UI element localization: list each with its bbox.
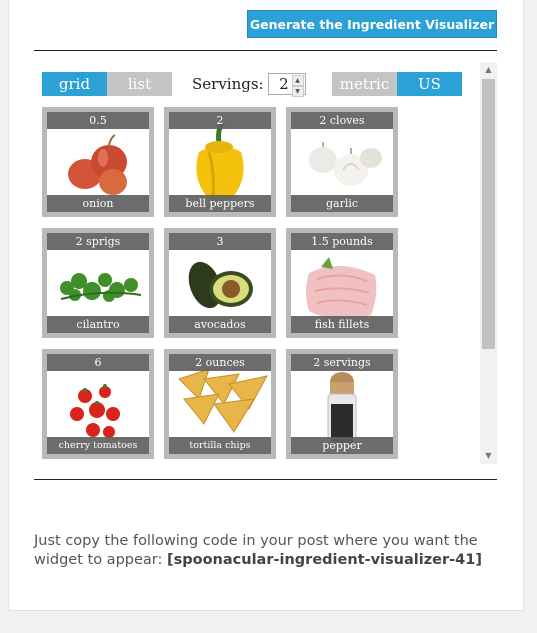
- ingredient-tile-body: 2 cloves garlic: [291, 112, 393, 212]
- ingredient-tile[interactable]: 2 bell peppers: [164, 107, 276, 217]
- ingredient-tile[interactable]: 0.5 onion: [42, 107, 154, 217]
- ingredient-tile[interactable]: 1.5 pounds fish fillets: [286, 228, 398, 338]
- ingredient-tile-body: 3 avocados: [169, 233, 271, 333]
- servings-input[interactable]: 2 ▲ ▼: [267, 73, 306, 97]
- ingredient-visualizer: grid list Servings: 2 ▲ ▼ metric US 0.5 o…: [34, 62, 497, 464]
- widget-scrollbar[interactable]: ▲ ▼: [480, 62, 497, 464]
- ingredient-name: cilantro: [47, 316, 149, 333]
- ingredient-amount: 2 sprigs: [47, 233, 149, 250]
- ingredient-amount: 2 servings: [291, 354, 393, 371]
- ingredient-name: tortilla chips: [169, 437, 271, 454]
- ingredient-name: cherry tomatoes: [47, 437, 149, 454]
- spin-down-icon[interactable]: ▼: [291, 86, 304, 97]
- bottom-divider: [34, 479, 497, 480]
- ingredient-name: pepper: [291, 437, 393, 454]
- ingredient-amount: 2 cloves: [291, 112, 393, 129]
- ingredient-tile[interactable]: 2 servings pepper: [286, 349, 398, 459]
- grid-view-button[interactable]: grid: [42, 72, 107, 96]
- ingredient-amount: 0.5: [47, 112, 149, 129]
- ingredient-tile-body: 1.5 pounds fish fillets: [291, 233, 393, 333]
- ingredient-tile[interactable]: 2 cloves garlic: [286, 107, 398, 217]
- servings-value: 2: [279, 75, 289, 93]
- ingredient-tile[interactable]: 2 sprigs cilantro: [42, 228, 154, 338]
- ingredient-tile-body: 6 cherry tomatoes: [47, 354, 149, 454]
- metric-button[interactable]: metric: [332, 72, 397, 96]
- ingredient-name: garlic: [291, 195, 393, 212]
- scroll-up-icon[interactable]: ▲: [480, 62, 497, 78]
- ingredient-amount: 2: [169, 112, 271, 129]
- ingredient-name: onion: [47, 195, 149, 212]
- scroll-thumb[interactable]: [482, 79, 495, 349]
- generate-visualizer-button[interactable]: Generate the Ingredient Visualizer: [247, 10, 497, 38]
- ingredient-name: avocados: [169, 316, 271, 333]
- shortcode: [spoonacular-ingredient-visualizer-41]: [166, 552, 482, 568]
- scroll-down-icon[interactable]: ▼: [480, 448, 497, 464]
- ingredient-name: bell peppers: [169, 195, 271, 212]
- us-units-button[interactable]: US: [397, 72, 462, 96]
- ingredient-tile-body: 2 servings pepper: [291, 354, 393, 454]
- embed-instructions: Just copy the following code in your pos…: [34, 532, 504, 570]
- ingredient-tile[interactable]: 3 avocados: [164, 228, 276, 338]
- ingredient-tile-body: 2 ounces tortilla chips: [169, 354, 271, 454]
- list-view-button[interactable]: list: [107, 72, 172, 96]
- spin-up-icon[interactable]: ▲: [291, 75, 304, 86]
- unit-toggle: metric US: [332, 72, 462, 96]
- ingredient-amount: 2 ounces: [169, 354, 271, 371]
- ingredient-tile[interactable]: 6 cherry tomatoes: [42, 349, 154, 459]
- ingredient-tile-body: 2 bell peppers: [169, 112, 271, 212]
- ingredient-amount: 1.5 pounds: [291, 233, 393, 250]
- ingredient-amount: 6: [47, 354, 149, 371]
- servings-label: Servings:: [192, 75, 264, 93]
- ingredient-tile-body: 2 sprigs cilantro: [47, 233, 149, 333]
- ingredient-name: fish fillets: [291, 316, 393, 333]
- top-divider: [34, 50, 497, 51]
- servings-control: Servings: 2 ▲ ▼: [192, 72, 306, 97]
- ingredient-tile-body: 0.5 onion: [47, 112, 149, 212]
- servings-spinner[interactable]: ▲ ▼: [291, 75, 304, 97]
- ingredient-amount: 3: [169, 233, 271, 250]
- ingredient-tile[interactable]: 2 ounces tortilla chips: [164, 349, 276, 459]
- view-toggle: grid list: [42, 72, 172, 96]
